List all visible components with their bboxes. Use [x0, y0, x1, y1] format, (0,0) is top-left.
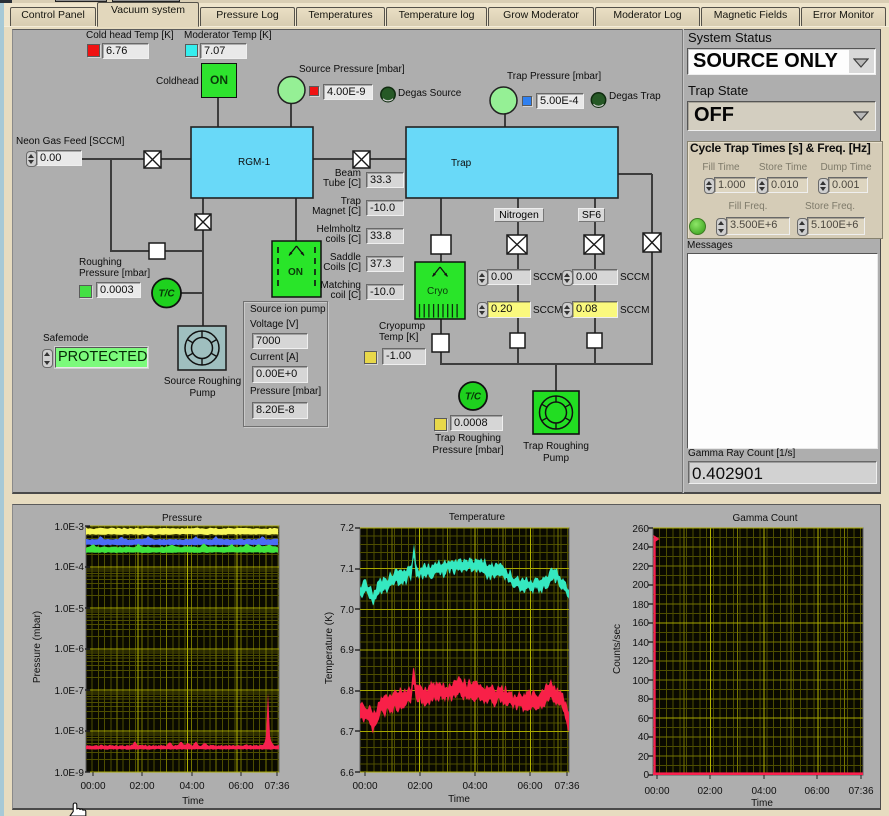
svg-text:7.1: 7.1	[340, 564, 354, 575]
svg-text:07:36: 07:36	[848, 786, 873, 797]
svg-text:160: 160	[632, 618, 649, 629]
svg-text:20: 20	[638, 752, 650, 763]
svg-text:02:00: 02:00	[129, 781, 154, 792]
svg-text:1.0E-4: 1.0E-4	[55, 562, 85, 573]
svg-text:40: 40	[638, 732, 650, 743]
svg-text:1.0E-8: 1.0E-8	[55, 726, 85, 737]
svg-text:00:00: 00:00	[644, 786, 669, 797]
svg-text:6.8: 6.8	[340, 686, 354, 697]
svg-text:1.0E-7: 1.0E-7	[55, 686, 85, 697]
svg-text:7.2: 7.2	[340, 523, 354, 534]
svg-text:T/C: T/C	[465, 392, 482, 403]
svg-text:Temperature (K): Temperature (K)	[324, 612, 335, 684]
svg-text:Counts/sec: Counts/sec	[612, 624, 623, 674]
svg-text:06:00: 06:00	[804, 786, 829, 797]
svg-text:180: 180	[632, 600, 649, 611]
svg-text:04:00: 04:00	[751, 786, 776, 797]
svg-text:240: 240	[632, 542, 649, 553]
svg-text:1.0E-9: 1.0E-9	[55, 768, 85, 779]
svg-text:60: 60	[638, 714, 650, 725]
svg-text:260: 260	[632, 524, 649, 535]
svg-text:100: 100	[632, 676, 649, 687]
svg-text:6.9: 6.9	[340, 645, 354, 656]
svg-text:06:00: 06:00	[228, 781, 253, 792]
svg-text:04:00: 04:00	[462, 781, 487, 792]
svg-text:07:36: 07:36	[264, 781, 289, 792]
svg-text:Pressure: Pressure	[162, 513, 202, 524]
svg-text:7.0: 7.0	[340, 605, 354, 616]
svg-text:Gamma Count: Gamma Count	[732, 513, 797, 524]
svg-text:Temperature: Temperature	[449, 512, 506, 523]
svg-text:04:00: 04:00	[179, 781, 204, 792]
svg-text:Time: Time	[448, 794, 470, 805]
svg-text:07:36: 07:36	[554, 781, 579, 792]
svg-text:200: 200	[632, 580, 649, 591]
svg-text:02:00: 02:00	[697, 786, 722, 797]
svg-text:1.0E-3: 1.0E-3	[55, 522, 85, 533]
svg-text:02:00: 02:00	[407, 781, 432, 792]
svg-text:Time: Time	[751, 798, 773, 809]
svg-text:1.0E-6: 1.0E-6	[55, 644, 85, 655]
svg-text:T/C: T/C	[158, 289, 175, 300]
svg-text:120: 120	[632, 656, 649, 667]
svg-text:00:00: 00:00	[80, 781, 105, 792]
svg-text:6.7: 6.7	[340, 727, 354, 738]
svg-text:220: 220	[632, 562, 649, 573]
svg-text:6.6: 6.6	[340, 768, 354, 779]
svg-text:06:00: 06:00	[517, 781, 542, 792]
svg-text:80: 80	[638, 694, 650, 705]
svg-text:Pressure (mbar): Pressure (mbar)	[32, 611, 43, 683]
svg-text:140: 140	[632, 638, 649, 649]
svg-text:Time: Time	[182, 796, 204, 807]
svg-text:1.0E-5: 1.0E-5	[55, 604, 85, 615]
svg-text:00:00: 00:00	[352, 781, 377, 792]
